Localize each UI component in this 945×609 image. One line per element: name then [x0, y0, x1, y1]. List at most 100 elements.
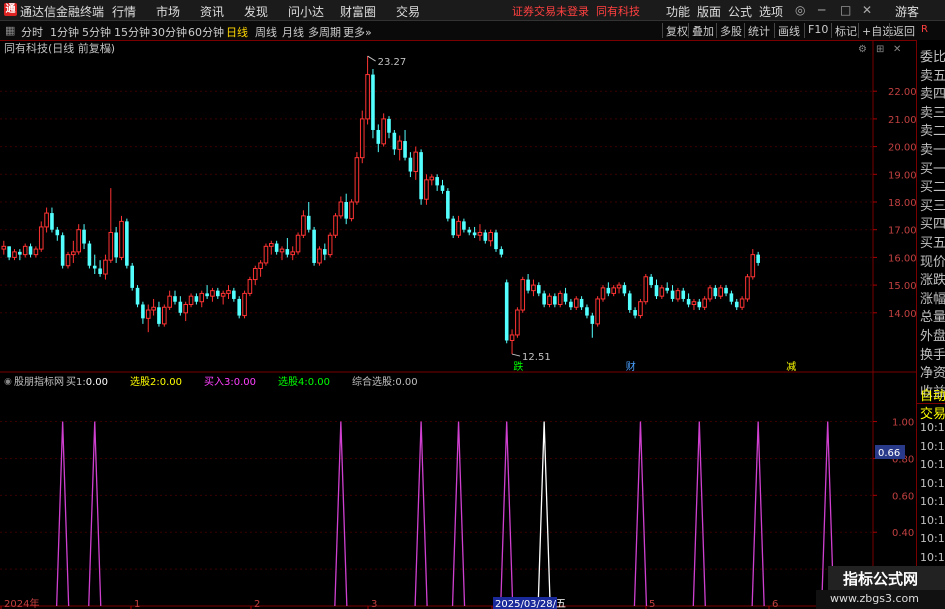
maximize-icon[interactable]: □: [840, 3, 851, 17]
candle-body: [542, 293, 546, 305]
main-chart-title[interactable]: 同有科技(日线 前复权): [4, 41, 115, 55]
candle-body: [659, 287, 665, 297]
signal-spike: [414, 421, 428, 607]
candle-body: [483, 232, 488, 241]
chart-canvas[interactable]: 14.0015.0016.0017.0018.0019.0020.0021.00…: [0, 40, 916, 609]
tool-tongji[interactable]: 统计: [744, 23, 770, 38]
candle-body: [573, 298, 579, 308]
menu-item-shichang[interactable]: 市场: [156, 3, 180, 20]
tool-diejia[interactable]: 叠加: [688, 23, 714, 38]
menu-item-hangqing[interactable]: 行情: [112, 3, 136, 20]
quote-panel: 委比 卖五 卖四 卖三 卖二 卖一 买一 买二 买三 买四 买五 现价 涨跌 涨幅 总量 外盘 换手 净资 收益 自动…: [916, 40, 945, 609]
period-weekly[interactable]: 周线: [255, 24, 277, 40]
grid-icon[interactable]: ▦: [5, 24, 15, 37]
candle-body: [419, 152, 423, 200]
candle-body: [606, 287, 611, 294]
indicator-item-buy3: 买入3:0.00: [204, 376, 256, 388]
period-30min[interactable]: 30分钟: [151, 24, 187, 40]
quote-label-2: 卖四: [920, 87, 945, 103]
period-15min[interactable]: 15分钟: [114, 24, 150, 40]
main-chart-gear-icon[interactable]: ⚙: [858, 44, 867, 55]
candle-body: [403, 141, 407, 158]
candle-body: [697, 301, 702, 308]
tool-huaxian[interactable]: 画线: [774, 23, 800, 38]
menu-item-xuanxiang[interactable]: 选项: [759, 3, 783, 20]
candle-body: [50, 213, 54, 230]
period-toolbar: ▦ 分时 1分钟 5分钟 15分钟 30分钟 60分钟 日线 周线 月线 多周期…: [0, 21, 945, 41]
indicator-settings-icon[interactable]: ◉: [4, 377, 12, 387]
candle-body: [327, 234, 333, 256]
title-bar: 通 通达信金融终端 行情 市场 资讯 发现 问小达 财富圈 交易 证券交易未登录…: [0, 0, 945, 21]
menu-item-banmian[interactable]: 版面: [697, 3, 721, 20]
auto-trade-label-0[interactable]: 自动: [920, 385, 945, 404]
candle-body: [279, 248, 285, 253]
period-daily[interactable]: 日线: [226, 24, 248, 40]
signal-spike: [334, 421, 348, 607]
period-monthly[interactable]: 月线: [282, 24, 304, 40]
minimize-icon[interactable]: ─: [818, 3, 825, 17]
candle-body: [167, 295, 172, 308]
candle-body: [317, 248, 322, 264]
menu-item-caifuquan[interactable]: 财富圈: [340, 3, 376, 20]
candle-body: [724, 287, 728, 294]
main-chart-close-icon[interactable]: ✕: [893, 44, 901, 55]
candle-body: [707, 287, 713, 300]
menu-item-gongshi[interactable]: 公式: [728, 3, 752, 20]
auto-trade-label-1[interactable]: 交易: [920, 403, 945, 422]
candle-body: [557, 292, 563, 305]
period-5min[interactable]: 5分钟: [82, 24, 111, 40]
candle-body: [531, 284, 536, 292]
candle-body: [151, 306, 156, 311]
candle-body: [616, 284, 622, 289]
candle-body: [12, 251, 17, 258]
candle-body: [509, 334, 515, 341]
low-price-label: 12.51: [522, 352, 551, 363]
close-icon[interactable]: ✕: [862, 3, 872, 17]
candle-body: [22, 245, 28, 256]
event-cai-label: 财: [626, 360, 636, 373]
candle-body: [462, 221, 466, 230]
menu-item-gongneng[interactable]: 功能: [666, 3, 690, 20]
candle-body: [622, 285, 627, 294]
signal-spike: [88, 421, 102, 607]
quote-label-1: 卖五: [920, 68, 945, 84]
candle-body: [274, 243, 279, 252]
candle-body: [638, 301, 643, 317]
tool-add-watchlist[interactable]: +自选: [858, 23, 893, 38]
tool-f10[interactable]: F10: [804, 23, 828, 38]
period-multi[interactable]: 多周期: [308, 24, 341, 40]
period-1min[interactable]: 1分钟: [50, 24, 79, 40]
candle-body: [413, 151, 419, 173]
candle-body: [183, 303, 188, 314]
candle-body: [114, 232, 118, 258]
indicator-tick-label: 0.60: [892, 491, 914, 502]
main-chart-settings-icon[interactable]: ◉: [104, 45, 112, 55]
tool-biaoji[interactable]: 标记: [831, 23, 857, 38]
guest-login[interactable]: 游客: [895, 3, 919, 20]
period-60min[interactable]: 60分钟: [188, 24, 224, 40]
tool-duogu[interactable]: 多股: [716, 23, 742, 38]
trade-status-warning[interactable]: 证券交易未登录 同有科技: [512, 3, 640, 19]
tool-fuquan[interactable]: 复权: [662, 23, 688, 38]
candle-body: [173, 296, 177, 302]
quote-label-17: 净资: [920, 366, 945, 382]
quote-label-14: 总量: [920, 310, 945, 326]
tool-back[interactable]: 返回: [889, 23, 915, 38]
period-more[interactable]: 更多»: [343, 24, 372, 40]
quote-label-12: 涨跌: [920, 273, 945, 289]
candle-body: [1, 245, 7, 250]
menu-item-wenxiaoda[interactable]: 问小达: [288, 3, 324, 20]
indicator-name[interactable]: 股朋指标网: [14, 375, 64, 388]
candle-body: [306, 215, 311, 230]
candle-body: [734, 301, 739, 308]
period-fenshi[interactable]: 分时: [21, 24, 43, 40]
signal-spike: [500, 421, 514, 607]
menu-item-jiaoyi[interactable]: 交易: [396, 3, 420, 20]
settings-circle-icon[interactable]: ◎: [795, 3, 805, 17]
menu-item-faxian[interactable]: 发现: [244, 3, 268, 20]
candle-body: [585, 307, 589, 316]
corner-r-label: R: [921, 24, 928, 35]
candle-body: [252, 267, 258, 281]
main-chart-menu-icon[interactable]: ⊞: [876, 44, 884, 55]
menu-item-zixun[interactable]: 资讯: [200, 3, 224, 20]
